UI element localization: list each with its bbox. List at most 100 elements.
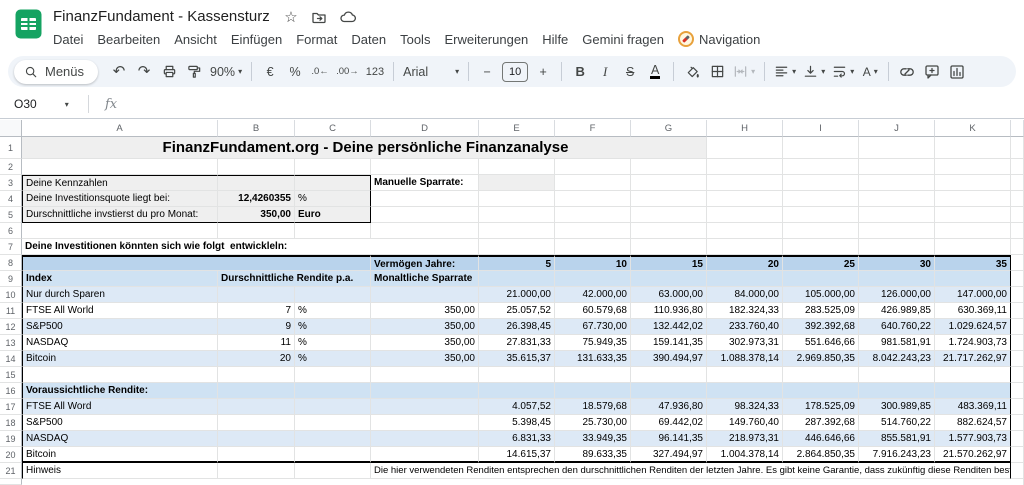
cell-E11[interactable]: 25.057,52 (479, 303, 555, 319)
cell-B10[interactable] (218, 287, 295, 303)
cell-H12[interactable]: 233.760,40 (707, 319, 783, 335)
cell-H10[interactable]: 84.000,00 (707, 287, 783, 303)
cell-K18[interactable]: 882.624,57 (935, 415, 1011, 431)
more-formats-button[interactable]: 123 (363, 60, 387, 84)
column-header-E[interactable]: E (479, 120, 555, 137)
cell-A6[interactable] (22, 223, 218, 239)
cell-K8[interactable]: 35 (935, 255, 1011, 271)
fill-color-button[interactable] (680, 60, 704, 84)
cell-H9[interactable] (707, 271, 783, 287)
cell-C13[interactable]: % (295, 335, 371, 351)
cell-K15[interactable] (935, 367, 1011, 383)
menu-item-einfügen[interactable]: Einfügen (224, 30, 289, 49)
cell-H20[interactable]: 1.004.378,14 (707, 447, 783, 463)
redo-button[interactable]: ↷ (132, 60, 156, 84)
cell-K11[interactable]: 630.369,11 (935, 303, 1011, 319)
cell-I16[interactable] (783, 383, 859, 399)
cell-A17[interactable]: FTSE All Word (22, 399, 218, 415)
row-header-16[interactable]: 16 (0, 383, 22, 399)
cell-F8[interactable]: 10 (555, 255, 631, 271)
sheets-logo-icon[interactable] (15, 9, 42, 44)
cell-J9[interactable] (859, 271, 935, 287)
cell-J7[interactable] (859, 239, 935, 255)
cell-E16[interactable] (479, 383, 555, 399)
row-header-14[interactable]: 14 (0, 351, 22, 367)
cell-J12[interactable]: 640.760,22 (859, 319, 935, 335)
cell-J1[interactable] (859, 137, 935, 159)
menu-item-gemini-fragen[interactable]: Gemini fragen (575, 30, 671, 49)
cell-A10[interactable]: Nur durch Sparen (22, 287, 218, 303)
menu-item-hilfe[interactable]: Hilfe (535, 30, 575, 49)
move-folder-icon[interactable] (310, 8, 328, 26)
cell-B15[interactable] (218, 367, 295, 383)
cell-B20[interactable] (218, 447, 295, 463)
cell-I12[interactable]: 392.392,68 (783, 319, 859, 335)
cell-A16[interactable]: Voraussichtliche Rendite: (22, 383, 218, 399)
cell-A19[interactable]: NASDAQ (22, 431, 218, 447)
borders-button[interactable] (705, 60, 729, 84)
cell-H7[interactable] (707, 239, 783, 255)
cell-C11[interactable]: % (295, 303, 371, 319)
cell-E9[interactable] (479, 271, 555, 287)
column-header-C[interactable]: C (295, 120, 371, 137)
row-header-12[interactable]: 12 (0, 319, 22, 335)
cell-C20[interactable] (295, 447, 371, 463)
cell-C14[interactable]: % (295, 351, 371, 367)
cell-J16[interactable] (859, 383, 935, 399)
cell-D8[interactable]: Vermögen Jahre: (371, 255, 479, 271)
strikethrough-button[interactable]: S (618, 60, 642, 84)
cell-I19[interactable]: 446.646,66 (783, 431, 859, 447)
cell-E5[interactable] (479, 207, 555, 223)
cell-E20[interactable]: 14.615,37 (479, 447, 555, 463)
cell-K13[interactable]: 1.724.903,73 (935, 335, 1011, 351)
column-header-F[interactable]: F (555, 120, 631, 137)
cell-F18[interactable]: 25.730,00 (555, 415, 631, 431)
row-header-15[interactable]: 15 (0, 367, 22, 383)
cell-G5[interactable] (631, 207, 707, 223)
cell-E19[interactable]: 6.831,33 (479, 431, 555, 447)
horizontal-align-button[interactable]: ▾ (771, 60, 799, 84)
cell-A15[interactable] (22, 367, 218, 383)
cell-E18[interactable]: 5.398,45 (479, 415, 555, 431)
cell-E6[interactable] (479, 223, 555, 239)
cell-J19[interactable]: 855.581,91 (859, 431, 935, 447)
cell-I11[interactable]: 283.525,09 (783, 303, 859, 319)
cell-A2[interactable] (22, 159, 218, 175)
row-header-4[interactable]: 4 (0, 191, 22, 207)
cell-B9[interactable]: Durschnittliche Rendite p.a. (218, 271, 371, 287)
cell-C17[interactable] (295, 399, 371, 415)
column-header-J[interactable]: J (859, 120, 935, 137)
cell-E12[interactable]: 26.398,45 (479, 319, 555, 335)
cell-G19[interactable]: 96.141,35 (631, 431, 707, 447)
cell-A20[interactable]: Bitcoin (22, 447, 218, 463)
menu-item-navigation[interactable]: Navigation (671, 29, 767, 49)
cell-I14[interactable]: 2.969.850,35 (783, 351, 859, 367)
cell-B6[interactable] (218, 223, 295, 239)
insert-link-button[interactable] (895, 60, 919, 84)
cell-K16[interactable] (935, 383, 1011, 399)
cell-H16[interactable] (707, 383, 783, 399)
undo-button[interactable]: ↶ (107, 60, 131, 84)
cell-A13[interactable]: NASDAQ (22, 335, 218, 351)
cell-J17[interactable]: 300.989,85 (859, 399, 935, 415)
cell-B18[interactable] (218, 415, 295, 431)
cell-G12[interactable]: 132.442,02 (631, 319, 707, 335)
cell-D20[interactable] (371, 447, 479, 463)
cell-D19[interactable] (371, 431, 479, 447)
cell-E4[interactable] (479, 191, 555, 207)
column-header-K[interactable]: K (935, 120, 1011, 137)
cell-F16[interactable] (555, 383, 631, 399)
select-all-corner[interactable] (0, 120, 22, 137)
cell-D16[interactable] (371, 383, 479, 399)
cell-E14[interactable]: 35.615,37 (479, 351, 555, 367)
column-header-D[interactable]: D (371, 120, 479, 137)
cell-F10[interactable]: 42.000,00 (555, 287, 631, 303)
row-header-13[interactable]: 13 (0, 335, 22, 351)
cell-E2[interactable] (479, 159, 555, 175)
cell-H6[interactable] (707, 223, 783, 239)
cell-K5[interactable] (935, 207, 1011, 223)
cell-G4[interactable] (631, 191, 707, 207)
cell-D4[interactable] (371, 191, 479, 207)
italic-button[interactable]: I (593, 60, 617, 84)
cell-K7[interactable] (935, 239, 1011, 255)
